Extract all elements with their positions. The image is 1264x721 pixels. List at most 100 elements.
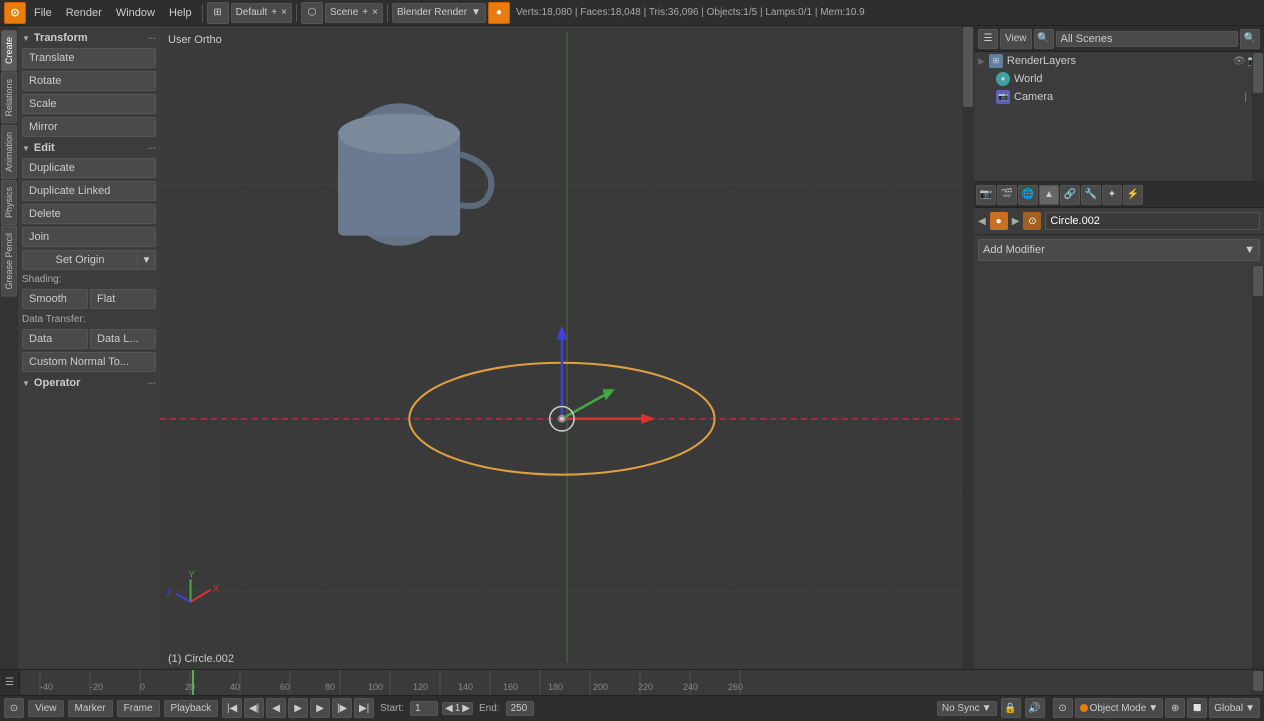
- timeline-ruler[interactable]: -40 -20 0 20 40 60 80 100 120 140 160 18…: [20, 670, 1252, 695]
- jump-end-btn[interactable]: ▶|: [354, 698, 374, 718]
- prev-keyframe-btn[interactable]: ◀|: [244, 698, 264, 718]
- frame-stepper[interactable]: ◀ 1 ▶: [442, 702, 473, 715]
- tree-render-layers[interactable]: ▶ ⊞ RenderLayers 👁 📷: [974, 52, 1264, 70]
- engine-selector[interactable]: Blender Render ▼: [392, 3, 486, 23]
- timeline-scrollbar-thumb[interactable]: [1253, 671, 1263, 691]
- viewport-icon[interactable]: ⊞: [207, 2, 229, 24]
- eye-icon[interactable]: 👁: [1233, 56, 1246, 67]
- edit-label: Edit: [34, 142, 55, 154]
- transform-icon[interactable]: ⊕: [1165, 698, 1185, 718]
- audio-mute[interactable]: 🔊: [1025, 698, 1045, 718]
- custom-normal-btn[interactable]: Custom Normal To...: [22, 352, 156, 372]
- props-scrollbar[interactable]: [1252, 265, 1264, 669]
- next-keyframe-btn[interactable]: |▶: [332, 698, 352, 718]
- mirror-btn[interactable]: Mirror: [22, 117, 156, 137]
- scene-props-icon[interactable]: 🎬: [997, 185, 1017, 205]
- search-btn[interactable]: 🔍: [1034, 29, 1054, 49]
- add-modifier-arrow: ▼: [1244, 244, 1255, 256]
- prev-frame-btn[interactable]: ◀: [266, 698, 286, 718]
- statusbar-icon[interactable]: ⊙: [4, 698, 24, 718]
- tab-relations[interactable]: Relations: [1, 72, 17, 124]
- join-btn[interactable]: Join: [22, 227, 156, 247]
- menu-render[interactable]: Render: [60, 5, 108, 21]
- render-layers-label: RenderLayers: [1007, 55, 1076, 67]
- outliner-scrollbar[interactable]: [1252, 52, 1264, 181]
- viewport[interactable]: X Y Z User Ortho (1) Circle.002: [160, 26, 974, 669]
- mode-selector[interactable]: Default +×: [231, 3, 292, 23]
- data-transfer-label: Data Transfer:: [22, 312, 156, 327]
- constraints-icon[interactable]: 🔗: [1060, 185, 1080, 205]
- object-mode-select[interactable]: Object Mode ▼: [1075, 698, 1164, 718]
- viewport-scrollbar-v[interactable]: [962, 26, 974, 669]
- translate-btn[interactable]: Translate: [22, 48, 156, 68]
- duplicate-btn[interactable]: Duplicate: [22, 158, 156, 178]
- data-l-btn[interactable]: Data L...: [90, 329, 156, 349]
- delete-btn[interactable]: Delete: [22, 204, 156, 224]
- end-frame-input[interactable]: 250: [506, 701, 534, 716]
- scene-selector[interactable]: Scene +×: [325, 3, 383, 23]
- view-btn[interactable]: View: [1000, 29, 1032, 49]
- bottom-area: ☰ -40 -20 0 20 40 60 80 100 120 140: [0, 669, 1264, 721]
- data-btn[interactable]: Data: [22, 329, 88, 349]
- playback-btn[interactable]: Playback: [164, 700, 219, 717]
- frame-next-icon[interactable]: ▶: [462, 703, 470, 714]
- marker-btn[interactable]: Marker: [68, 700, 113, 717]
- tree-camera[interactable]: 📷 Camera | ⚙: [974, 88, 1264, 106]
- no-sync-select[interactable]: No Sync ▼: [937, 701, 997, 716]
- object-name-field[interactable]: [1045, 212, 1260, 230]
- modifier-icon[interactable]: 🔧: [1081, 185, 1101, 205]
- menu-window[interactable]: Window: [110, 5, 161, 21]
- scale-btn[interactable]: Scale: [22, 94, 156, 114]
- smooth-btn[interactable]: Smooth: [22, 289, 88, 309]
- menu-file[interactable]: File: [28, 5, 58, 21]
- next-frame-btn[interactable]: ▶: [310, 698, 330, 718]
- tab-grease[interactable]: Grease Pencil: [1, 226, 17, 297]
- tab-animation[interactable]: Animation: [1, 125, 17, 179]
- outliner-scrollbar-thumb[interactable]: [1253, 53, 1263, 93]
- frame-prev-icon[interactable]: ◀: [445, 703, 453, 714]
- flat-btn[interactable]: Flat: [90, 289, 156, 309]
- tree-world[interactable]: ● World: [974, 70, 1264, 88]
- tab-physics[interactable]: Physics: [1, 180, 17, 225]
- frame-menu-btn[interactable]: Frame: [117, 700, 160, 717]
- svg-text:260: 260: [728, 682, 743, 692]
- props-icons-bar: 📷 🎬 🌐 ▲ 🔗 🔧 ✦ ⚡: [974, 182, 1264, 208]
- rotate-btn[interactable]: Rotate: [22, 71, 156, 91]
- timeline-options[interactable]: 🔒: [1001, 698, 1021, 718]
- outliner-icon[interactable]: ☰: [978, 29, 998, 49]
- jump-start-btn[interactable]: |◀: [222, 698, 242, 718]
- edit-triangle: ▼: [22, 144, 30, 153]
- timeline-scrollbar[interactable]: [1252, 670, 1264, 695]
- timeline-icon[interactable]: ☰: [0, 670, 20, 695]
- tab-create[interactable]: Create: [1, 30, 17, 71]
- world-props-icon[interactable]: 🌐: [1018, 185, 1038, 205]
- object-props-icon[interactable]: ▲: [1039, 185, 1059, 205]
- scrollbar-thumb-v[interactable]: [963, 27, 973, 107]
- menu-help[interactable]: Help: [163, 5, 198, 21]
- operator-header: ▼ Operator ···: [22, 375, 156, 391]
- add-modifier-btn[interactable]: Add Modifier ▼: [978, 239, 1260, 261]
- current-frame[interactable]: 1: [455, 703, 461, 714]
- object-name-bar: ◀ ● ▶ ⊙: [974, 208, 1264, 235]
- props-scrollbar-thumb[interactable]: [1253, 266, 1263, 296]
- transform-triangle: ▼: [22, 34, 30, 43]
- scene-selector[interactable]: All Scenes: [1056, 31, 1239, 47]
- scene-icon[interactable]: ⬡: [301, 2, 323, 24]
- start-frame-input[interactable]: 1: [410, 701, 438, 716]
- duplicate-linked-btn[interactable]: Duplicate Linked: [22, 181, 156, 201]
- global-select[interactable]: Global ▼: [1209, 698, 1260, 718]
- physics-icon[interactable]: ⚡: [1123, 185, 1143, 205]
- particles-icon[interactable]: ✦: [1102, 185, 1122, 205]
- play-btn[interactable]: ▶: [288, 698, 308, 718]
- blender-icon[interactable]: ⊙: [4, 2, 26, 24]
- set-origin-btn[interactable]: Set Origin: [22, 250, 138, 270]
- set-origin-arrow[interactable]: ▼: [138, 250, 156, 270]
- render-props-icon[interactable]: 📷: [976, 185, 996, 205]
- view-menu-btn[interactable]: View: [28, 700, 64, 717]
- viewport-mode-icon[interactable]: ⊙: [1053, 698, 1073, 718]
- transform-header: ▼ Transform ···: [22, 30, 156, 46]
- timeline-bar[interactable]: ☰ -40 -20 0 20 40 60 80 100 120 140: [0, 670, 1264, 696]
- snap-icon[interactable]: 🔲: [1187, 698, 1207, 718]
- svg-text:220: 220: [638, 682, 653, 692]
- outliner-search[interactable]: 🔍: [1240, 29, 1260, 49]
